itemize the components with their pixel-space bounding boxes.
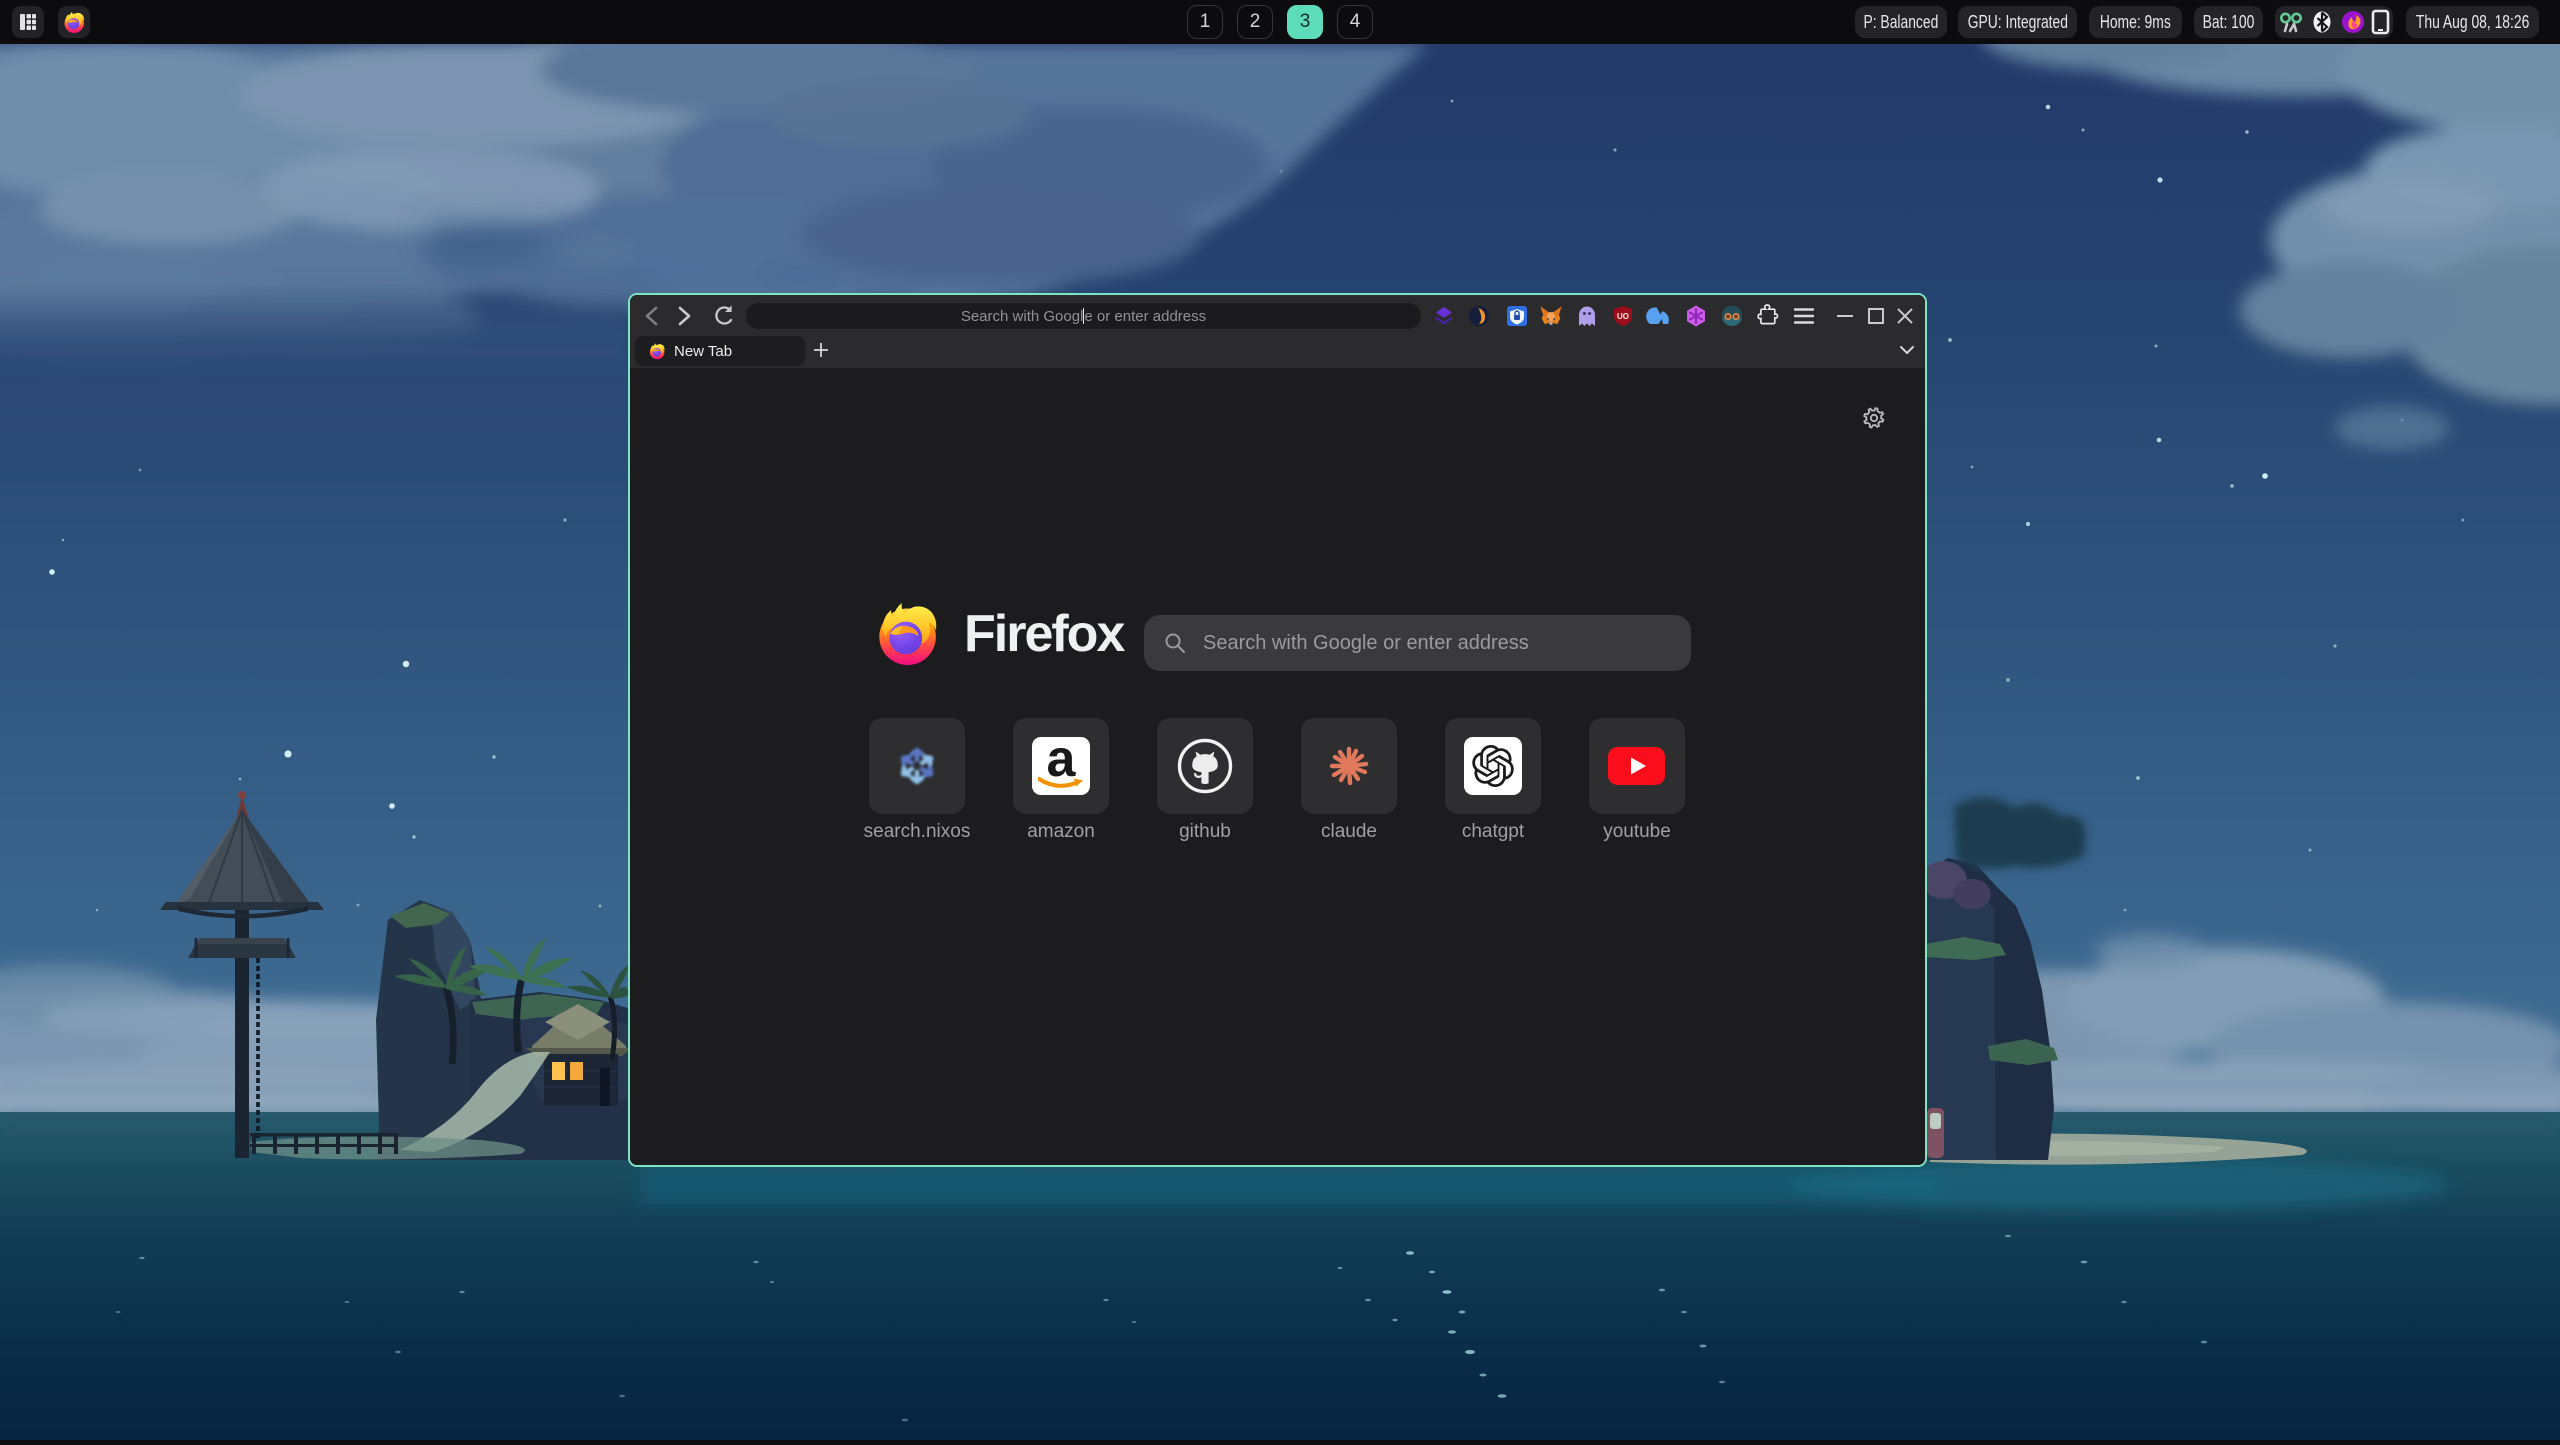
svg-text:UO: UO bbox=[1617, 312, 1629, 321]
